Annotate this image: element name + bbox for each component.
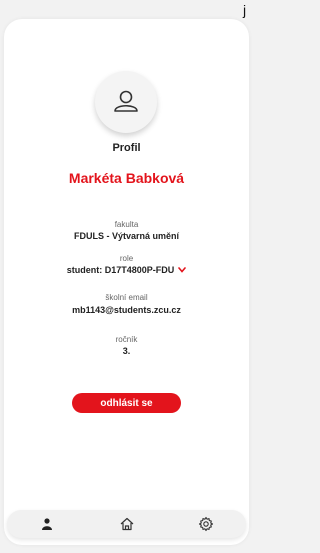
role-select[interactable]: student: D17T4800P-FDU: [4, 265, 249, 275]
person-icon: [42, 518, 52, 530]
profile-card: Profil Markéta Babková fakulta FDULS - V…: [4, 19, 249, 545]
role-value: student: D17T4800P-FDU: [66, 265, 175, 275]
bottom-nav: [7, 510, 246, 538]
user-name: Markéta Babková: [68, 170, 185, 186]
logout-button[interactable]: odhlásit se: [72, 393, 181, 413]
gear-icon: [198, 516, 214, 532]
year-label: ročník: [115, 335, 138, 344]
corner-text: j: [243, 2, 247, 18]
nav-home[interactable]: [117, 514, 137, 534]
chevron-down-icon[interactable]: [178, 265, 187, 275]
avatar: [95, 71, 157, 133]
faculty-value: FDULS - Výtvarná umění: [73, 231, 180, 241]
year-value: 3.: [122, 346, 131, 356]
nav-settings[interactable]: [196, 514, 216, 534]
user-icon: [114, 90, 138, 112]
email-value: mb1143@students.zcu.cz: [72, 305, 181, 315]
home-icon: [120, 517, 134, 531]
email-label: školní email: [105, 293, 148, 302]
nav-profile[interactable]: [37, 514, 57, 534]
page-title: Profil: [112, 142, 141, 154]
faculty-label: fakulta: [114, 220, 139, 229]
role-label: role: [119, 254, 134, 263]
